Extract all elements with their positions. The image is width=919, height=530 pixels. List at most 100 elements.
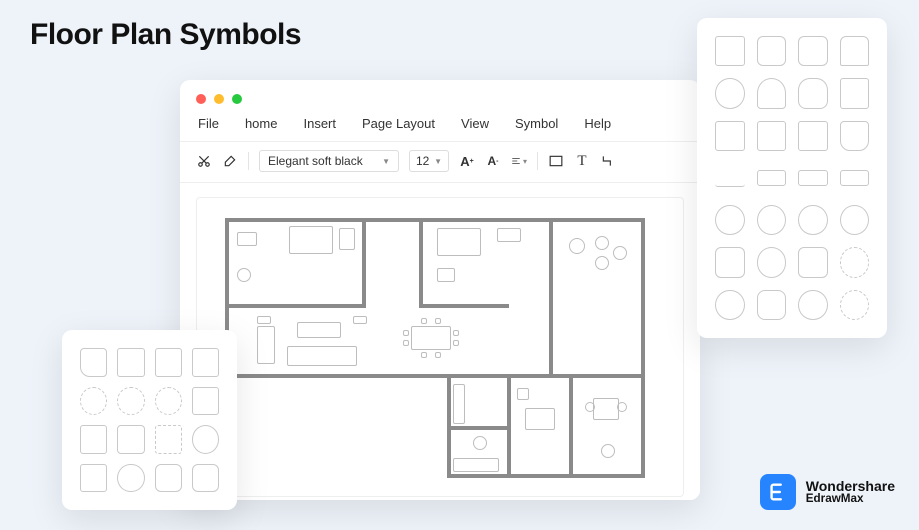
symbol-item[interactable] (117, 348, 144, 377)
menu-insert[interactable]: Insert (303, 116, 336, 131)
wall (419, 218, 423, 308)
rectangle-tool-icon[interactable] (548, 153, 564, 169)
chevron-down-icon: ▼ (382, 157, 390, 166)
cut-icon[interactable] (196, 153, 212, 169)
symbol-item[interactable] (155, 348, 182, 377)
symbol-grid (715, 36, 869, 320)
furniture-icon (237, 232, 257, 246)
symbol-item[interactable] (757, 163, 787, 193)
symbol-item[interactable] (757, 78, 787, 108)
symbol-item[interactable] (840, 78, 870, 108)
chair-icon (613, 246, 627, 260)
counter-icon (453, 458, 499, 472)
connector-tool-icon[interactable] (600, 153, 616, 169)
format-painter-icon[interactable] (222, 153, 238, 169)
wall (569, 374, 573, 478)
symbol-item[interactable] (715, 205, 745, 235)
symbol-item[interactable] (715, 78, 745, 108)
symbol-item[interactable] (757, 121, 787, 151)
window-close-icon[interactable] (196, 94, 206, 104)
decrease-font-icon[interactable]: A- (485, 153, 501, 169)
window-minimize-icon[interactable] (214, 94, 224, 104)
symbol-item[interactable] (757, 247, 787, 277)
chevron-down-icon: ▾ (523, 157, 527, 166)
symbol-item[interactable] (80, 464, 107, 493)
menu-symbol[interactable]: Symbol (515, 116, 558, 131)
furniture-icon (437, 268, 455, 282)
symbol-item[interactable] (798, 290, 828, 320)
symbol-item[interactable] (757, 205, 787, 235)
symbol-grid (80, 348, 219, 492)
symbol-item[interactable] (798, 121, 828, 151)
sofa-icon (287, 346, 357, 366)
symbol-item[interactable] (715, 36, 745, 66)
chair-icon (435, 318, 441, 324)
symbol-item[interactable] (192, 348, 219, 377)
symbol-palette-right (697, 18, 887, 338)
toolbar: Elegant soft black ▼ 12 ▼ A+ A- ▾ T (180, 142, 700, 183)
symbol-item[interactable] (80, 387, 107, 416)
font-family-value: Elegant soft black (268, 154, 363, 168)
menu-view[interactable]: View (461, 116, 489, 131)
symbol-item[interactable] (840, 163, 870, 193)
menu-page-layout[interactable]: Page Layout (362, 116, 435, 131)
separator (248, 152, 249, 170)
symbol-item[interactable] (840, 247, 870, 277)
desk-icon (497, 228, 521, 242)
symbol-item[interactable] (798, 78, 828, 108)
brand-text: Wondershare EdrawMax (806, 479, 895, 506)
symbol-item[interactable] (192, 464, 219, 493)
chair-icon (617, 402, 627, 412)
chair-icon (403, 330, 409, 336)
bed-icon (289, 226, 333, 254)
furniture-icon (257, 316, 271, 324)
symbol-item[interactable] (155, 464, 182, 493)
chair-icon (601, 444, 615, 458)
increase-font-icon[interactable]: A+ (459, 153, 475, 169)
counter-icon (453, 384, 465, 424)
font-size-select[interactable]: 12 ▼ (409, 150, 449, 172)
symbol-item[interactable] (840, 36, 870, 66)
menu-help[interactable]: Help (584, 116, 611, 131)
bed-icon (525, 408, 555, 430)
symbol-item[interactable] (840, 205, 870, 235)
symbol-item[interactable] (192, 387, 219, 416)
symbol-item[interactable] (757, 36, 787, 66)
symbol-item[interactable] (715, 163, 745, 193)
symbol-item[interactable] (117, 464, 144, 493)
symbol-item[interactable] (155, 425, 182, 454)
symbol-item[interactable] (155, 387, 182, 416)
symbol-item[interactable] (715, 290, 745, 320)
brand-line1: Wondershare (806, 478, 895, 494)
font-family-select[interactable]: Elegant soft black ▼ (259, 150, 399, 172)
chair-icon (595, 256, 609, 270)
menu-home[interactable]: home (245, 116, 278, 131)
furniture-icon (353, 316, 367, 324)
symbol-item[interactable] (840, 290, 870, 320)
chair-icon (421, 318, 427, 324)
symbol-item[interactable] (798, 247, 828, 277)
font-size-value: 12 (416, 154, 429, 168)
symbol-item[interactable] (192, 425, 219, 454)
page-title: Floor Plan Symbols (30, 18, 301, 52)
furniture-icon (517, 388, 529, 400)
symbol-item[interactable] (117, 387, 144, 416)
furniture-icon (339, 228, 355, 250)
symbol-item[interactable] (798, 205, 828, 235)
symbol-item[interactable] (798, 36, 828, 66)
symbol-item[interactable] (798, 163, 828, 193)
floor-plan-canvas[interactable] (196, 197, 684, 497)
symbol-item[interactable] (715, 247, 745, 277)
text-tool-icon[interactable]: T (574, 153, 590, 169)
window-maximize-icon[interactable] (232, 94, 242, 104)
align-icon[interactable]: ▾ (511, 153, 527, 169)
symbol-item[interactable] (80, 425, 107, 454)
menu-file[interactable]: File (198, 116, 219, 131)
symbol-item[interactable] (117, 425, 144, 454)
symbol-item[interactable] (840, 121, 870, 151)
symbol-item[interactable] (80, 348, 107, 377)
symbol-item[interactable] (757, 290, 787, 320)
symbol-item[interactable] (715, 121, 745, 151)
dining-table-icon (411, 326, 451, 350)
wall (507, 374, 511, 478)
